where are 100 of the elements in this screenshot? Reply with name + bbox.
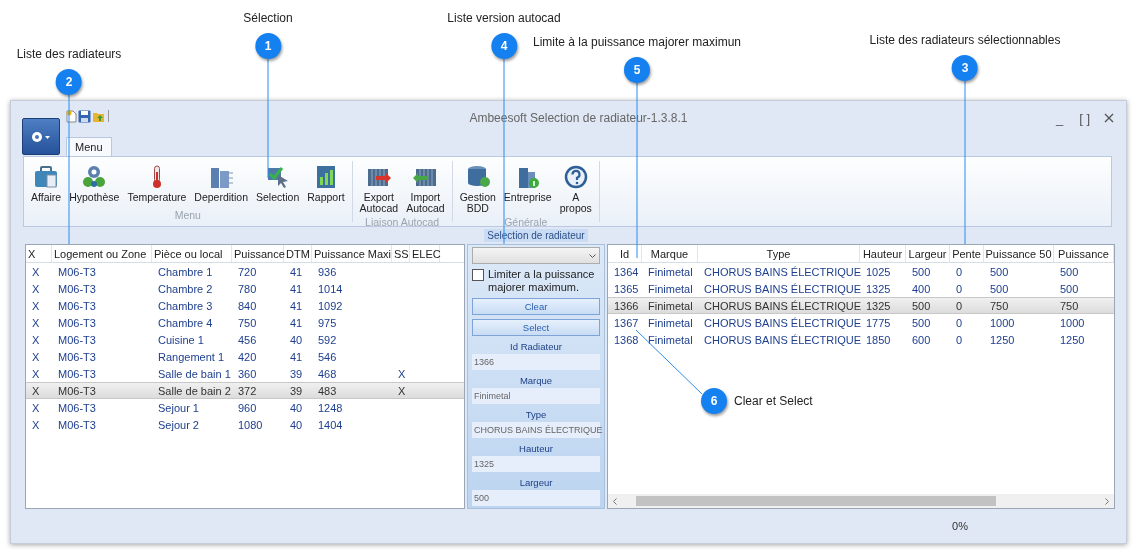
table-cell: 780 — [238, 282, 257, 295]
table-row[interactable]: 1365 Finimetal CHORUS BAINS ÉLECTRIQUE 1325 400 0 500 500 — [608, 280, 1114, 297]
table-cell: Chambre 4 — [158, 316, 213, 329]
maximize-button[interactable]: [ ] — [1071, 110, 1098, 126]
table-cell: 41 — [290, 265, 303, 278]
table-cell: Finimetal — [648, 333, 693, 346]
table-row[interactable]: X M06-T3 Chambre 3 840 41 1092 — [26, 297, 464, 314]
table-cell: 372 — [238, 384, 257, 397]
table-cell: M06-T3 — [58, 401, 96, 414]
column-header[interactable]: Puissance 50 — [985, 247, 1052, 260]
app-menu-button[interactable] — [22, 118, 60, 155]
ribbon-button[interactable]: Temperature — [124, 163, 190, 209]
input-field[interactable]: 500 — [472, 490, 600, 506]
group-label: Menu — [173, 209, 202, 222]
column-header[interactable]: SS — [394, 247, 409, 260]
thermometer-icon — [151, 165, 162, 189]
table-cell: Rangement 1 — [158, 350, 225, 363]
callout-badge: 2 — [56, 69, 82, 95]
field-label: Id Radiateur — [509, 341, 563, 352]
ribbon-button[interactable]: Entreprise — [500, 163, 555, 216]
ribbon-button[interactable]: Export Autocad — [356, 163, 402, 216]
table-cell: 41 — [290, 299, 303, 312]
save-icon[interactable] — [78, 109, 91, 123]
table-row[interactable]: X M06-T3 Chambre 4 750 41 975 — [26, 314, 464, 331]
minimize-button[interactable]: _ — [1047, 110, 1072, 126]
ribbon-button[interactable]: Affaire — [28, 163, 65, 209]
column-header[interactable]: Logement ou Zone — [54, 247, 147, 260]
table-row[interactable]: X M06-T3 Sejour 2 1080 40 1404 — [26, 416, 464, 433]
table-cell: 500 — [990, 282, 1009, 295]
table-cell: CHORUS BAINS ÉLECTRIQUE — [704, 299, 862, 312]
table-cell: Sejour 2 — [158, 418, 199, 431]
input-field[interactable]: 1366 — [472, 354, 600, 370]
column-header[interactable]: Pente — [952, 247, 981, 260]
chevron-right-icon[interactable] — [1105, 497, 1109, 505]
table-row[interactable]: X M06-T3 Cuisine 1 456 40 592 — [26, 331, 464, 348]
ribbon-button[interactable]: Selection — [253, 163, 303, 209]
column-header[interactable]: X — [28, 247, 36, 260]
table-cell: 40 — [290, 418, 303, 431]
table-cell: Chambre 2 — [158, 282, 213, 295]
column-header[interactable]: Type — [766, 247, 791, 260]
table-cell: 456 — [238, 333, 257, 346]
table-cell: 1248 — [318, 401, 343, 414]
table-cell: 360 — [238, 367, 257, 380]
panel-button[interactable]: Clear — [472, 298, 600, 315]
field-label: Largeur — [518, 477, 554, 488]
table-row[interactable]: 1366 Finimetal CHORUS BAINS ÉLECTRIQUE 1325 500 0 750 750 — [608, 297, 1114, 314]
ribbon-tab[interactable]: Menu — [66, 137, 112, 156]
callout-badge: 3 — [952, 55, 978, 81]
table-cell: M06-T3 — [58, 367, 96, 380]
new-document-icon[interactable] — [66, 109, 77, 123]
table-row[interactable]: X M06-T3 Rangement 1 420 41 546 — [26, 348, 464, 365]
table-cell: 400 — [912, 282, 931, 295]
table-row[interactable]: 1364 Finimetal CHORUS BAINS ÉLECTRIQUE 1025 500 0 500 500 — [608, 263, 1114, 280]
column-header[interactable]: Largeur — [908, 247, 947, 260]
ribbon-button[interactable]: Rapport — [304, 163, 348, 209]
table-row[interactable]: X M06-T3 Sejour 1 960 40 1248 — [26, 399, 464, 416]
table-cell: 592 — [318, 333, 337, 346]
table-cell: X — [32, 418, 40, 431]
table-cell: 1000 — [1060, 316, 1085, 329]
callout-label: Liste des radiateurs — [16, 47, 122, 61]
column-header[interactable]: Hauteur — [862, 247, 903, 260]
version-dropdown[interactable] — [472, 247, 600, 264]
column-header[interactable]: ELEC — [412, 247, 441, 260]
table-row[interactable]: X M06-T3 Chambre 1 720 41 936 — [26, 263, 464, 280]
horizontal-scrollbar[interactable] — [608, 494, 1114, 508]
ribbon-button[interactable]: Deperdition — [191, 163, 252, 209]
ribbon-button[interactable]: Import Autocad — [403, 163, 448, 216]
ribbon-button[interactable]: Gestion BDD — [456, 163, 499, 216]
input-field[interactable]: CHORUS BAINS ÉLECTRIQUE — [472, 422, 600, 438]
chevron-down-icon — [589, 253, 596, 258]
table-cell: 500 — [912, 265, 931, 278]
table-row[interactable]: X M06-T3 Salle de bain 2 372 39 483 X — [26, 382, 464, 399]
table-row[interactable]: X M06-T3 Salle de bain 1 360 39 468 X — [26, 365, 464, 382]
panel-button[interactable]: Select — [472, 319, 600, 336]
column-header[interactable]: Marque — [650, 247, 689, 260]
column-header[interactable]: DTM — [286, 247, 310, 260]
input-field[interactable]: 1325 — [472, 456, 600, 472]
table-row[interactable]: 1367 Finimetal CHORUS BAINS ÉLECTRIQUE 1775 500 0 1000 1000 — [608, 314, 1114, 331]
column-header[interactable]: Id — [619, 247, 630, 260]
table-row[interactable]: X M06-T3 Chambre 2 780 41 1014 — [26, 280, 464, 297]
column-header[interactable]: Pièce ou local — [154, 247, 223, 260]
column-header[interactable]: Puissance — [234, 247, 285, 260]
field-label: Marque — [518, 375, 554, 386]
help-icon — [562, 165, 589, 189]
input-field[interactable]: Finimetal — [472, 388, 600, 404]
ribbon-button[interactable]: A propos — [556, 163, 595, 216]
table-cell: 1325 — [866, 282, 891, 295]
progress-text: 0% — [952, 519, 968, 532]
table-row[interactable]: 1368 Finimetal CHORUS BAINS ÉLECTRIQUE 1850 600 0 1250 1250 — [608, 331, 1114, 348]
chevron-left-icon[interactable] — [613, 497, 617, 505]
table-cell: 1000 — [990, 316, 1015, 329]
column-header[interactable]: Puissance — [1058, 247, 1109, 260]
column-header[interactable]: Puissance Maxi — [314, 247, 392, 260]
limit-checkbox[interactable]: Limiter a la puissance majorer maximum. — [472, 268, 600, 294]
close-icon[interactable] — [1104, 113, 1114, 123]
table-cell: M06-T3 — [58, 384, 96, 397]
callout-label: Liste version autocad — [447, 11, 561, 25]
table-cell: 1850 — [866, 333, 891, 346]
ribbon-button[interactable]: Hypothèse — [66, 163, 123, 209]
building-icon — [208, 165, 235, 189]
